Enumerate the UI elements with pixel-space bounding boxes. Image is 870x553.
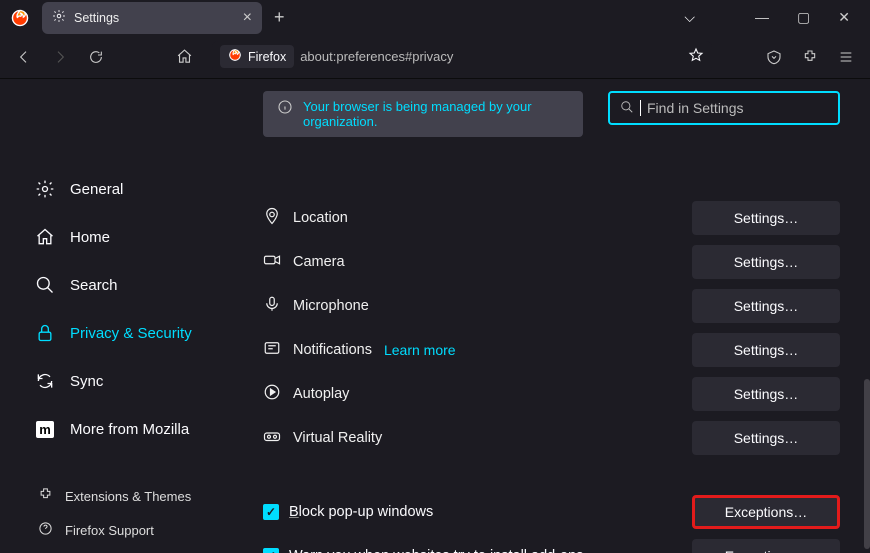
settings-main-panel: Your browser is being managed by your or… xyxy=(245,79,870,553)
microphone-settings-button[interactable]: Settings… xyxy=(692,289,840,323)
vr-settings-button[interactable]: Settings… xyxy=(692,421,840,455)
window-close-button[interactable]: ✕ xyxy=(838,9,850,26)
sidebar-label: General xyxy=(70,181,123,198)
settings-search-input[interactable]: Find in Settings xyxy=(608,91,840,125)
firefox-logo-icon xyxy=(0,8,40,28)
sidebar-item-sync[interactable]: Sync xyxy=(34,361,245,401)
lock-icon xyxy=(34,323,56,343)
nav-forward-button[interactable] xyxy=(44,41,76,73)
home-icon xyxy=(34,227,56,247)
camera-icon xyxy=(263,251,281,273)
nav-reload-button[interactable] xyxy=(80,41,112,73)
title-bar: Settings × + ⌵ — ▢ ✕ xyxy=(0,0,870,35)
pocket-icon[interactable] xyxy=(758,41,790,73)
notifications-settings-button[interactable]: Settings… xyxy=(692,333,840,367)
search-icon xyxy=(620,100,634,117)
popup-exceptions-button[interactable]: Exceptions… xyxy=(692,495,840,529)
camera-label: Camera xyxy=(293,254,345,270)
nav-home-button[interactable] xyxy=(168,41,200,73)
info-icon xyxy=(277,99,293,129)
puzzle-icon xyxy=(38,487,53,505)
sidebar-firefox-support[interactable]: Firefox Support xyxy=(38,513,245,547)
location-icon xyxy=(263,207,281,229)
managed-org-banner: Your browser is being managed by your or… xyxy=(263,91,583,137)
settings-sidebar: General Home Search Privacy & Security S… xyxy=(0,79,245,553)
tab-title: Settings xyxy=(74,11,235,25)
sidebar-label: Sync xyxy=(70,373,103,390)
banner-text: Your browser is being managed by your or… xyxy=(303,99,569,129)
location-label: Location xyxy=(293,210,348,226)
sidebar-item-home[interactable]: Home xyxy=(34,217,245,257)
sidebar-label: Search xyxy=(70,277,118,294)
url-text: about:preferences#privacy xyxy=(300,49,682,64)
warn-addons-label: Warn you when websites try to install ad… xyxy=(289,548,682,553)
help-icon xyxy=(38,521,53,539)
navigation-toolbar: Firefox about:preferences#privacy xyxy=(0,35,870,79)
autoplay-settings-button[interactable]: Settings… xyxy=(692,377,840,411)
firefox-logo-icon xyxy=(228,48,242,65)
scrollbar-thumb[interactable] xyxy=(864,379,870,549)
microphone-icon xyxy=(263,295,281,317)
sidebar-label: Privacy & Security xyxy=(70,325,192,342)
app-menu-icon[interactable] xyxy=(830,41,862,73)
gear-icon xyxy=(52,9,66,26)
sidebar-extensions-themes[interactable]: Extensions & Themes xyxy=(38,479,245,513)
bookmark-star-icon[interactable] xyxy=(688,47,704,66)
vr-label: Virtual Reality xyxy=(293,430,382,446)
search-icon xyxy=(34,275,56,295)
block-popups-label: Block pop-up windows xyxy=(289,504,682,520)
nav-back-button[interactable] xyxy=(8,41,40,73)
sidebar-label: More from Mozilla xyxy=(70,421,189,438)
sidebar-sub-label: Firefox Support xyxy=(65,523,154,538)
addons-exceptions-button[interactable]: Exceptions… xyxy=(692,539,840,553)
tab-list-chevron-icon[interactable]: ⌵ xyxy=(684,9,695,26)
browser-tab[interactable]: Settings × xyxy=(42,2,262,34)
extensions-icon[interactable] xyxy=(794,41,826,73)
block-popups-checkbox[interactable]: ✓ xyxy=(263,504,279,520)
microphone-label: Microphone xyxy=(293,298,369,314)
sidebar-sub-label: Extensions & Themes xyxy=(65,489,191,504)
camera-settings-button[interactable]: Settings… xyxy=(692,245,840,279)
window-minimize-button[interactable]: — xyxy=(755,9,769,26)
location-settings-button[interactable]: Settings… xyxy=(692,201,840,235)
warn-addons-checkbox[interactable]: ✓ xyxy=(263,548,279,553)
sidebar-item-privacy[interactable]: Privacy & Security xyxy=(34,313,245,353)
identity-label: Firefox xyxy=(248,50,286,64)
sidebar-label: Home xyxy=(70,229,110,246)
notifications-learn-more-link[interactable]: Learn more xyxy=(384,342,456,358)
sidebar-item-general[interactable]: General xyxy=(34,169,245,209)
sync-icon xyxy=(34,371,56,391)
notifications-label: Notifications xyxy=(293,342,372,358)
window-maximize-button[interactable]: ▢ xyxy=(797,9,810,26)
autoplay-icon xyxy=(263,383,281,405)
vr-icon xyxy=(263,427,281,449)
gear-icon xyxy=(34,179,56,199)
search-placeholder: Find in Settings xyxy=(647,100,744,116)
sidebar-item-more-mozilla[interactable]: m More from Mozilla xyxy=(34,409,245,449)
mozilla-icon: m xyxy=(34,421,56,438)
notifications-icon xyxy=(263,339,281,361)
identity-box[interactable]: Firefox xyxy=(220,45,294,68)
url-bar[interactable]: Firefox about:preferences#privacy xyxy=(212,41,712,73)
tab-close-icon[interactable]: × xyxy=(243,9,252,27)
new-tab-button[interactable]: + xyxy=(274,7,285,28)
autoplay-label: Autoplay xyxy=(293,386,349,402)
sidebar-item-search[interactable]: Search xyxy=(34,265,245,305)
